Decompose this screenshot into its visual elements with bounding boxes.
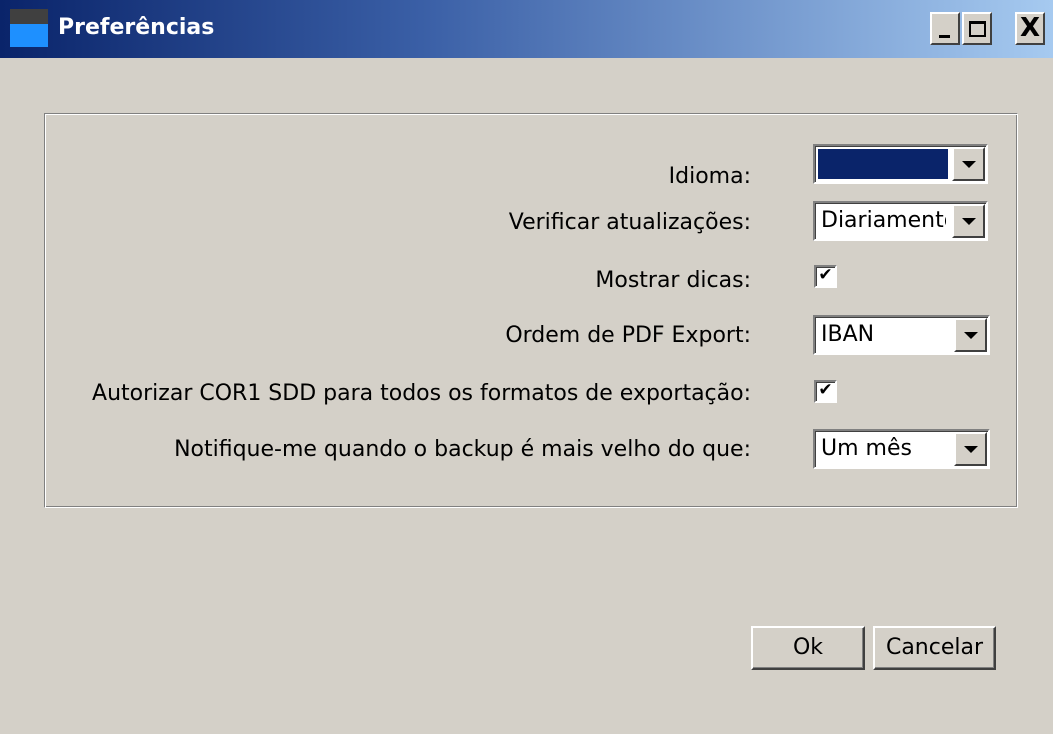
window-title: Preferências xyxy=(58,15,215,40)
backup-notify-label: Notifique-me quando o backup é mais velh… xyxy=(174,437,751,462)
ok-button[interactable]: Ok xyxy=(751,626,865,670)
checkmark-icon: ✔ xyxy=(818,265,833,285)
close-button[interactable]: X xyxy=(1015,12,1045,45)
chevron-down-icon[interactable] xyxy=(954,432,987,466)
language-label: Idioma: xyxy=(668,164,751,189)
minimize-icon xyxy=(939,35,950,38)
chevron-down-icon[interactable] xyxy=(952,204,985,238)
show-tips-label: Mostrar dicas: xyxy=(595,268,751,293)
language-select[interactable] xyxy=(813,144,988,184)
pdf-export-order-select[interactable]: IBAN xyxy=(813,315,990,355)
minimize-button[interactable] xyxy=(930,12,960,45)
chevron-down-icon[interactable] xyxy=(954,318,987,352)
check-updates-select[interactable]: Diariamento xyxy=(813,201,988,241)
show-tips-checkbox[interactable]: ✔ xyxy=(814,265,837,288)
close-icon: X xyxy=(1019,13,1041,43)
authorize-cor1-checkbox[interactable]: ✔ xyxy=(814,380,837,403)
pdf-export-order-value: IBAN xyxy=(821,322,875,347)
preferences-window: Preferências X Idioma: Verificar atualiz… xyxy=(0,0,1053,734)
backup-notify-select[interactable]: Um mês xyxy=(813,429,990,469)
check-updates-label: Verificar atualizações: xyxy=(508,210,751,235)
app-icon xyxy=(10,9,48,47)
language-value xyxy=(818,149,948,179)
authorize-cor1-label: Autorizar COR1 SDD para todos os formato… xyxy=(92,381,751,406)
chevron-down-icon[interactable] xyxy=(952,147,985,181)
backup-notify-value: Um mês xyxy=(821,436,912,461)
title-bar[interactable]: Preferências X xyxy=(0,0,1053,58)
preferences-group: Idioma: Verificar atualizações: Diariame… xyxy=(44,113,1018,508)
check-updates-value: Diariamento xyxy=(821,208,946,233)
cancel-button[interactable]: Cancelar xyxy=(873,626,996,670)
maximize-button[interactable] xyxy=(962,12,992,45)
checkmark-icon: ✔ xyxy=(818,380,833,400)
maximize-icon xyxy=(969,21,986,37)
pdf-export-order-label: Ordem de PDF Export: xyxy=(505,323,751,348)
